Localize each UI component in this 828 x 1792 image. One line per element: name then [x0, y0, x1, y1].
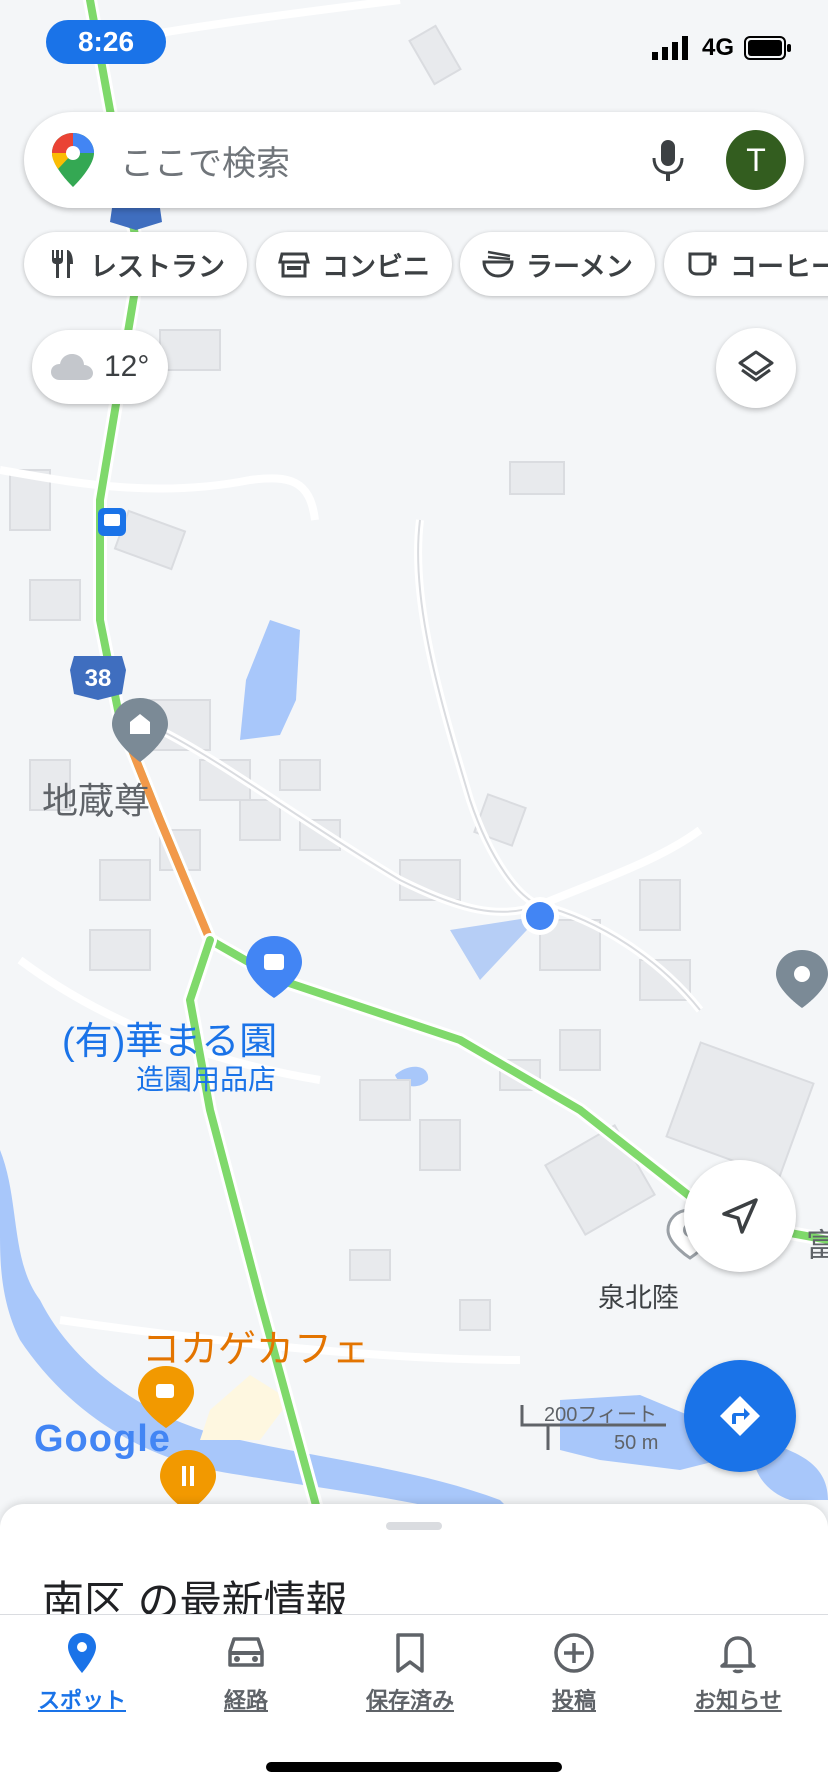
signal-icon: [651, 36, 688, 60]
nav-label: スポット: [37, 1688, 126, 1713]
weather-temp: 12°: [104, 350, 150, 383]
my-location-button[interactable]: [684, 1160, 796, 1272]
layers-icon: [738, 350, 774, 382]
car-icon: [228, 1637, 264, 1667]
chip-label: コンビニ: [322, 251, 430, 282]
chip-label: レストラン: [90, 251, 225, 282]
store-icon: [278, 252, 310, 278]
route-shield: 38: [70, 656, 126, 700]
nav-contribute[interactable]: 投稿: [514, 1629, 634, 1715]
chip-label: コーヒー: [730, 251, 828, 282]
layers-button[interactable]: [716, 328, 796, 408]
chip-restaurant[interactable]: レストラン: [24, 232, 247, 296]
map-label-hanamaru[interactable]: (有)華まる園: [62, 1010, 277, 1065]
map-label-senboku[interactable]: 泉北陸: [598, 1276, 679, 1315]
search-input[interactable]: ここで検索: [120, 136, 648, 185]
map-canvas[interactable]: 38: [0, 0, 828, 1520]
map-label-edge: 富: [806, 1227, 828, 1263]
sheet-handle[interactable]: [386, 1522, 442, 1530]
bus-stop-icon[interactable]: [98, 508, 126, 536]
ramen-icon: [482, 250, 514, 278]
chip-coffee[interactable]: コーヒー: [664, 232, 828, 296]
maps-app: 38 地蔵尊 (有)華まる園 造園用品店 コカゲカフェ 泉北陸 富 200フィー…: [0, 0, 828, 1792]
route-shield-text: 38: [85, 665, 112, 692]
coffee-cup-icon: [688, 252, 717, 276]
nav-updates[interactable]: お知らせ: [678, 1629, 798, 1715]
nav-label: 経路: [223, 1688, 268, 1713]
weather-badge[interactable]: 12°: [32, 330, 168, 404]
nav-explore[interactable]: スポット: [22, 1629, 142, 1715]
chip-ramen[interactable]: ラーメン: [460, 232, 655, 296]
scale-feet: 200フィート: [544, 1404, 657, 1426]
navigation-arrow-icon: [722, 1198, 758, 1234]
pin-icon: [68, 1633, 96, 1673]
nav-saved[interactable]: 保存済み: [350, 1629, 470, 1715]
map-label-cafe[interactable]: コカゲカフェ: [142, 1318, 370, 1373]
nav-label: 投稿: [551, 1688, 596, 1713]
cloud-icon: [51, 354, 93, 380]
bottom-sheet[interactable]: 南区 の最新情報: [0, 1504, 828, 1625]
map-label-jizo[interactable]: 地蔵尊: [42, 772, 150, 824]
plus-circle-icon: [554, 1633, 594, 1673]
chip-convenience[interactable]: コンビニ: [256, 232, 452, 296]
home-indicator[interactable]: [266, 1762, 562, 1772]
scale-meters: 50 m: [614, 1432, 659, 1454]
directions-icon: [720, 1396, 760, 1436]
mic-icon[interactable]: [648, 138, 688, 182]
fork-knife-icon: [52, 250, 73, 278]
chip-label: ラーメン: [526, 251, 633, 282]
status-right: 4G: [651, 34, 792, 62]
network-type: 4G: [701, 34, 734, 61]
nav-directions[interactable]: 経路: [186, 1629, 306, 1715]
maps-logo-icon: [52, 133, 94, 187]
account-avatar[interactable]: T: [726, 130, 786, 190]
map-label-hanamaru-sub: 造園用品店: [136, 1064, 277, 1095]
nav-label: お知らせ: [694, 1688, 782, 1713]
nav-label: 保存済み: [365, 1688, 454, 1713]
search-bar[interactable]: ここで検索 T: [24, 112, 804, 208]
battery-icon: [744, 36, 791, 60]
directions-button[interactable]: [684, 1360, 796, 1472]
bell-icon: [720, 1636, 756, 1674]
status-time: 8:26: [46, 20, 166, 64]
bookmark-icon: [396, 1633, 424, 1673]
google-logo: Google: [34, 1418, 171, 1460]
